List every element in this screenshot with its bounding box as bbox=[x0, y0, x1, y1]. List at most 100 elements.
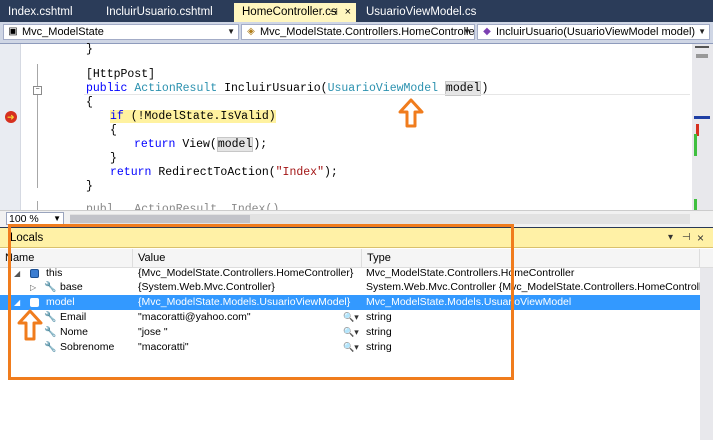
outline-guide bbox=[37, 64, 38, 86]
local-type: System.Web.Mvc.Controller {Mvc_ModelStat… bbox=[366, 281, 700, 293]
project-icon: ▣ bbox=[8, 26, 18, 37]
column-header-name[interactable]: Name bbox=[0, 249, 133, 267]
local-name: Email bbox=[60, 311, 87, 323]
change-marker bbox=[694, 199, 697, 210]
chevron-down-icon: ▼ bbox=[53, 214, 61, 223]
current-line-rule bbox=[84, 94, 690, 95]
column-header-value[interactable]: Value bbox=[133, 249, 362, 267]
locals-row-base[interactable]: ▷ 🔧 base {System.Web.Mvc.Controller} Sys… bbox=[0, 280, 700, 295]
document-tab-bar: Index.cshtml IncluirUsuario.cshtml HomeC… bbox=[0, 0, 713, 22]
tab-usuarioviewmodel-cs[interactable]: UsuarioViewModel.cs bbox=[358, 3, 488, 22]
code-line-partial: publ...ActionResult..Index() bbox=[86, 203, 280, 210]
local-type: string bbox=[366, 341, 392, 353]
wrench-icon: 🔧 bbox=[44, 342, 57, 353]
editor-status-strip: 100 % ▼ bbox=[0, 210, 713, 227]
chevron-down-icon: ▼ bbox=[698, 27, 706, 36]
dropdown-icon[interactable]: ▾ bbox=[668, 228, 673, 248]
local-name: Nome bbox=[60, 326, 89, 338]
scroll-thumb[interactable] bbox=[70, 215, 250, 223]
locals-title-bar: Locals ▾ ⊣ × bbox=[0, 228, 713, 248]
current-statement-arrow-icon: ➜ bbox=[7, 112, 15, 122]
local-name: base bbox=[60, 281, 83, 293]
string-literal: "Index" bbox=[275, 166, 324, 179]
class-icon: ◈ bbox=[247, 26, 255, 37]
editor-vertical-scrollbar[interactable] bbox=[692, 44, 713, 210]
scroll-up-icon[interactable] bbox=[696, 54, 708, 58]
attribute-text: [HttpPost] bbox=[86, 68, 156, 81]
tab-label: UsuarioViewModel.cs bbox=[366, 6, 477, 18]
tab-label: Index.cshtml bbox=[8, 6, 73, 18]
tab-index-cshtml[interactable]: Index.cshtml bbox=[0, 3, 98, 22]
parameter-reference: model bbox=[216, 137, 254, 152]
change-marker bbox=[694, 134, 697, 156]
tab-label: HomeController.cs bbox=[242, 6, 337, 18]
code-editor[interactable]: ➜ − } [HttpPost] public ActionResult Inc… bbox=[0, 43, 713, 210]
tab-homecontroller-cs[interactable]: HomeController.cs ⊣ × bbox=[234, 3, 356, 22]
local-name: Sobrenome bbox=[60, 341, 115, 353]
keyword: return bbox=[134, 138, 176, 151]
code-line: { bbox=[110, 124, 117, 137]
project-dropdown[interactable]: ▣ Mvc_ModelState ▼ bbox=[3, 24, 239, 40]
collapse-icon[interactable]: ◢ bbox=[14, 266, 20, 281]
code-line-return-view: return View(model); bbox=[134, 137, 268, 152]
code-line: } bbox=[110, 152, 117, 165]
local-value: "jose " bbox=[138, 326, 168, 338]
tab-incluirusuario-cshtml[interactable]: IncluirUsuario.cshtml bbox=[98, 3, 233, 22]
code-line-current-statement: if (!ModelState.IsValid) bbox=[110, 110, 276, 124]
local-type: string bbox=[366, 311, 392, 323]
wrench-icon: 🔧 bbox=[44, 282, 57, 293]
keyword: return bbox=[110, 166, 152, 179]
editor-horizontal-scrollbar[interactable] bbox=[70, 214, 690, 224]
code-line: { bbox=[86, 96, 93, 109]
object-icon bbox=[30, 269, 39, 278]
local-type: Mvc_ModelState.Controllers.HomeControlle… bbox=[366, 267, 575, 279]
local-value: "macoratti" bbox=[138, 341, 189, 353]
tab-label: IncluirUsuario.cshtml bbox=[106, 6, 213, 18]
code-line: } bbox=[86, 43, 93, 56]
project-label: Mvc_ModelState bbox=[22, 26, 104, 38]
code-line-redirect: return RedirectToAction("Index"); bbox=[110, 166, 338, 180]
expand-icon[interactable]: ▷ bbox=[30, 280, 36, 295]
close-icon[interactable]: × bbox=[345, 3, 351, 22]
magnifier-icon[interactable]: 🔍▾ bbox=[343, 325, 359, 340]
member-label: IncluirUsuario(UsuarioViewModel model) bbox=[496, 26, 696, 38]
zoom-dropdown[interactable]: 100 % ▼ bbox=[6, 212, 64, 225]
local-value: {System.Web.Mvc.Controller} bbox=[138, 281, 275, 293]
local-value: {Mvc_ModelState.Controllers.HomeControll… bbox=[138, 267, 354, 279]
locals-row-this[interactable]: ◢ this {Mvc_ModelState.Controllers.HomeC… bbox=[0, 266, 700, 281]
local-type: Mvc_ModelState.Models.UsuarioViewModel bbox=[366, 296, 572, 308]
column-header-type[interactable]: Type bbox=[362, 249, 700, 267]
locals-row-model[interactable]: ◢ model {Mvc_ModelState.Models.UsuarioVi… bbox=[0, 295, 700, 310]
member-dropdown[interactable]: ◆ IncluirUsuario(UsuarioViewModel model)… bbox=[477, 24, 710, 40]
chevron-down-icon: ▼ bbox=[463, 27, 471, 36]
call-text: RedirectToAction( bbox=[151, 166, 276, 179]
indicator-margin[interactable] bbox=[0, 44, 21, 210]
type-dropdown[interactable]: ◈ Mvc_ModelState.Controllers.HomeControl… bbox=[241, 24, 475, 40]
code-line: } bbox=[86, 180, 93, 193]
collapse-icon[interactable]: ◢ bbox=[14, 295, 20, 310]
locals-row-email[interactable]: 🔧 Email "macoratti@yahoo.com" 🔍▾ string bbox=[0, 310, 700, 325]
collapse-icon[interactable]: − bbox=[33, 86, 42, 95]
pin-icon[interactable]: ⊣ bbox=[682, 228, 691, 248]
close-icon[interactable]: × bbox=[697, 228, 704, 248]
call-text: View( bbox=[175, 138, 217, 151]
local-value: "macoratti@yahoo.com" bbox=[138, 311, 251, 323]
outline-guide bbox=[37, 201, 38, 210]
type-label: Mvc_ModelState.Controllers.HomeControlle… bbox=[260, 26, 475, 38]
condition-text: (!ModelState.IsValid) bbox=[123, 110, 276, 123]
magnifier-icon[interactable]: 🔍▾ bbox=[343, 310, 359, 325]
scrollbar-top-marker bbox=[695, 46, 709, 48]
magnifier-icon[interactable]: 🔍▾ bbox=[343, 340, 359, 355]
wrench-icon: 🔧 bbox=[44, 327, 57, 338]
locals-title: Locals bbox=[10, 232, 44, 244]
object-icon bbox=[30, 298, 39, 307]
locals-row-nome[interactable]: 🔧 Nome "jose " 🔍▾ string bbox=[0, 325, 700, 340]
pin-icon[interactable]: ⊣ bbox=[329, 3, 338, 22]
locals-row-sobrenome[interactable]: 🔧 Sobrenome "macoratti" 🔍▾ string bbox=[0, 340, 700, 355]
local-value: {Mvc_ModelState.Models.UsuarioViewModel} bbox=[138, 296, 351, 308]
punctuation: ); bbox=[253, 138, 268, 151]
punctuation: ); bbox=[323, 166, 338, 179]
local-name: model bbox=[46, 296, 75, 308]
method-icon: ◆ bbox=[483, 26, 491, 37]
locals-vertical-scrollbar[interactable] bbox=[700, 268, 713, 440]
